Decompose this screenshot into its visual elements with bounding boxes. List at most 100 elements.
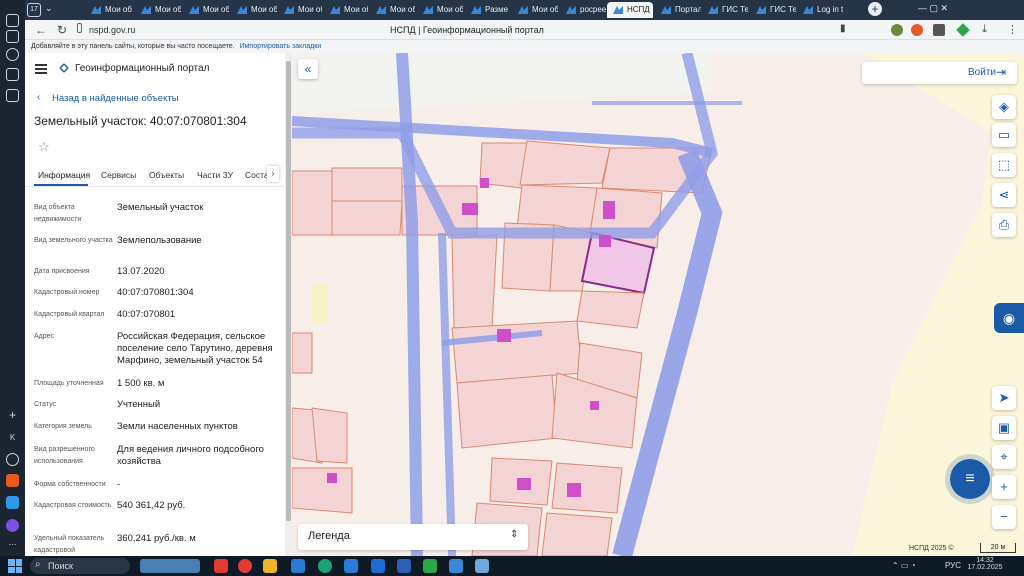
sidebar-icon-3[interactable] — [6, 48, 19, 61]
map-canvas[interactable]: « Войти ⇥ ◈ ▭ ⬚ ⋖ ⎙ ◉ ➤ ▣ ⌖ ≡ + − Легенд… — [292, 53, 1024, 556]
sidebar-icon-7[interactable] — [6, 453, 19, 466]
extension-icon-4[interactable] — [956, 23, 970, 37]
ie-icon[interactable] — [344, 559, 358, 573]
field-value[interactable]: 40:07:070801 — [117, 309, 277, 321]
window-controls[interactable]: — ▢ ✕ — [918, 3, 948, 14]
field-value[interactable]: Землепользование — [117, 235, 277, 247]
app-icon-blue[interactable] — [449, 559, 463, 573]
browser-tab[interactable]: росрее — [560, 2, 606, 18]
tab-list-chevron-icon[interactable]: ⌄ — [45, 3, 53, 14]
zoom-out-button[interactable]: − — [992, 505, 1016, 529]
browser-tab[interactable]: Мои об — [231, 2, 277, 18]
tab-counter[interactable]: 17 — [27, 3, 41, 17]
app-icon-green[interactable] — [423, 559, 437, 573]
new-tab-button[interactable]: + — [868, 2, 882, 16]
import-bookmarks-link[interactable]: Импортировать закладки — [240, 43, 322, 50]
sidebar-icon-5[interactable] — [6, 89, 19, 102]
window-icon[interactable]: ▣ — [992, 416, 1016, 440]
browser-tab[interactable]: Мои об — [135, 2, 181, 18]
sidebar-icon-9[interactable] — [6, 496, 19, 509]
browser-tab[interactable]: Мои об — [85, 2, 133, 18]
zoom-in-button[interactable]: + — [992, 475, 1016, 499]
layers-icon[interactable]: ◈ — [992, 95, 1016, 119]
locate-icon[interactable]: ➤ — [992, 386, 1016, 410]
select-area-icon[interactable]: ⬚ — [992, 153, 1016, 177]
tab-composition[interactable]: Состав — [245, 170, 267, 180]
back-to-results-link[interactable]: Назад в найденные объекты — [52, 93, 179, 104]
collapse-panel-button[interactable]: « — [298, 59, 318, 79]
scrollbar-thumb[interactable] — [286, 61, 291, 521]
download-icon[interactable]: ⤓ — [982, 23, 987, 36]
field-value[interactable]: Российская Федерация, сельское поселение… — [117, 331, 277, 367]
start-button[interactable] — [8, 559, 22, 573]
field-value[interactable]: Учтенный — [117, 399, 277, 411]
taskbar-search[interactable]: ⌕ Поиск — [30, 558, 130, 574]
tray-icons[interactable]: ⌃ ▭ ◔ — [892, 561, 916, 570]
more-icon[interactable]: ⋯ — [6, 540, 19, 553]
search-highlight-image[interactable] — [140, 559, 200, 573]
browser-tab[interactable]: Мои об — [183, 2, 229, 18]
cadastral-map[interactable] — [292, 53, 1024, 556]
pdf-app-icon[interactable] — [214, 559, 228, 573]
add-icon[interactable]: + — [6, 409, 19, 423]
field-value[interactable]: 13.07.2020 — [117, 266, 277, 278]
sidebar-icon-8[interactable] — [6, 474, 19, 487]
reload-icon[interactable]: ↻ — [57, 23, 67, 37]
sidebar-icon-4[interactable] — [6, 68, 19, 81]
browser-tab[interactable]: Портал — [655, 2, 701, 18]
extension-icon-1[interactable] — [891, 24, 903, 36]
print-icon[interactable]: ⎙ — [992, 213, 1016, 237]
field-value[interactable]: Земли населенных пунктов — [117, 421, 277, 433]
field-value[interactable]: - — [117, 479, 277, 491]
back-arrow-icon[interactable]: ← — [35, 23, 47, 37]
field-value[interactable]: 1 500 кв. м — [117, 378, 277, 390]
tab-parts[interactable]: Части ЗУ — [197, 170, 233, 180]
url-text[interactable]: nspd.gov.ru — [89, 25, 135, 35]
support-widget-icon[interactable]: ◉ — [994, 303, 1024, 333]
yandex-browser-icon[interactable] — [238, 559, 252, 573]
ruler-icon[interactable]: ▭ — [992, 123, 1016, 147]
browser-tab[interactable]: Мои об — [417, 2, 463, 18]
explorer-icon[interactable] — [263, 559, 277, 573]
geolocation-icon[interactable]: ⌖ — [992, 445, 1016, 469]
legend-dropdown[interactable]: Легенда ⇕ — [298, 524, 528, 550]
browser-tab[interactable]: Разме — [465, 2, 511, 18]
sidebar-icon-2[interactable] — [6, 30, 19, 43]
hamburger-menu-icon[interactable] — [35, 64, 47, 74]
menu-icon[interactable]: ⋮ — [1007, 23, 1018, 36]
mail-icon[interactable] — [291, 559, 305, 573]
browser-tab[interactable]: Мои об — [370, 2, 415, 18]
browser-tab[interactable]: Мои об — [324, 2, 368, 18]
tab-information[interactable]: Информация — [38, 170, 90, 180]
browser-tab[interactable]: Log in t — [797, 2, 843, 18]
field-value[interactable]: Для ведения личного подсобного хозяйства — [117, 444, 277, 468]
browser-tab[interactable]: Мои об — [278, 2, 322, 18]
clock[interactable]: 14:32 17.02.2025 — [965, 557, 1005, 571]
sidebar-icon-6[interactable]: K — [6, 433, 19, 446]
browser-tab[interactable]: НСПД — [607, 2, 653, 18]
store-icon[interactable] — [371, 559, 385, 573]
app-icon-light[interactable] — [475, 559, 489, 573]
favorite-star-icon[interactable]: ☆ — [38, 139, 50, 155]
field-value[interactable]: 360,241 руб./кв. м — [117, 533, 277, 545]
language-indicator[interactable]: РУС — [945, 561, 961, 570]
login-button[interactable]: Войти ⇥ — [862, 62, 1017, 84]
browser-tab[interactable]: ГИС Те — [702, 2, 748, 18]
tab-services[interactable]: Сервисы — [101, 170, 136, 180]
field-value[interactable]: 540 361,42 руб. — [117, 500, 277, 512]
tabs-scroll-right-icon[interactable]: › — [267, 166, 279, 182]
field-value[interactable]: Земельный участок — [117, 202, 277, 214]
tab-objects[interactable]: Объекты — [149, 170, 184, 180]
sidebar-icon-1[interactable] — [6, 14, 19, 27]
panel-scrollbar[interactable] — [285, 53, 292, 556]
word-icon[interactable] — [397, 559, 411, 573]
field-value[interactable]: 40:07:070801:304 — [117, 287, 277, 299]
extension-icon-3[interactable] — [933, 24, 945, 36]
chat-button[interactable]: ≡ — [950, 459, 990, 499]
back-chevron-icon[interactable]: ‹ — [37, 92, 40, 103]
share-icon[interactable]: ⋖ — [992, 183, 1016, 207]
edge-icon[interactable] — [318, 559, 332, 573]
sidebar-icon-10[interactable] — [6, 519, 19, 532]
browser-tab[interactable]: ГИС Те — [750, 2, 796, 18]
browser-tab[interactable]: Мои об — [512, 2, 558, 18]
